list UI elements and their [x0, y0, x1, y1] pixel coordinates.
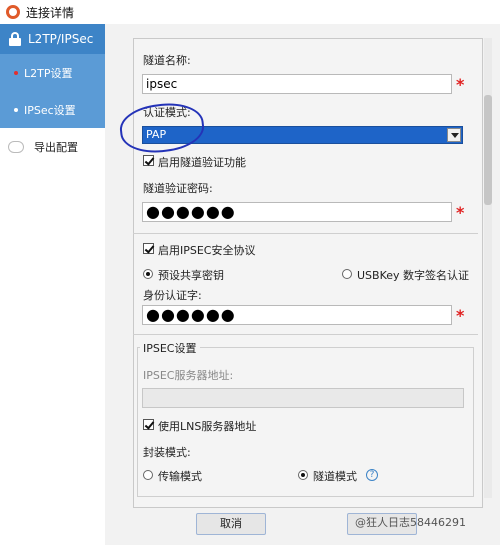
use-lns-checkbox[interactable]	[143, 419, 154, 430]
tunnel-name-label: 隧道名称:	[143, 54, 191, 67]
sidebar-item-l2tp[interactable]: L2TP设置	[0, 54, 105, 91]
transport-mode-label: 传输模式	[158, 470, 202, 483]
identity-input[interactable]: ●●●●●●	[142, 305, 452, 325]
enable-ipsec-checkbox[interactable]	[143, 243, 154, 254]
ipsec-server-input[interactable]	[142, 388, 464, 408]
enable-tunnel-auth-checkbox[interactable]	[143, 155, 154, 166]
tunnel-mode-radio[interactable]	[298, 470, 308, 480]
sidebar-header-label: L2TP/IPSec	[28, 32, 94, 46]
section-divider	[133, 233, 478, 234]
chevron-down-icon[interactable]	[447, 128, 461, 142]
use-lns-label: 使用LNS服务器地址	[158, 420, 257, 433]
sidebar-header[interactable]: L2TP/IPSec	[0, 24, 105, 54]
enable-ipsec-label: 启用IPSEC安全协议	[158, 244, 256, 257]
preshared-key-radio[interactable]	[143, 269, 153, 279]
watermark-text: @狂人日志58446291	[355, 516, 466, 529]
sidebar: L2TP/IPSec L2TP设置 IPSec设置 导出配置	[0, 24, 105, 545]
tunnel-name-input[interactable]: ipsec	[142, 74, 452, 94]
usbkey-label: USBKey 数字签名认证	[357, 269, 470, 282]
tunnel-password-label: 隧道验证密码:	[143, 182, 213, 195]
encap-mode-label: 封装模式:	[143, 446, 191, 459]
sidebar-item-ipsec[interactable]: IPSec设置	[0, 91, 105, 128]
window-title: 连接详情	[26, 5, 75, 20]
title-bar: 连接详情	[0, 0, 500, 24]
usbkey-radio[interactable]	[342, 269, 352, 279]
sidebar-item-export[interactable]: 导出配置	[0, 132, 105, 162]
active-dot-icon	[14, 70, 18, 75]
ipsec-group-title: IPSEC设置	[140, 340, 200, 356]
scrollbar-thumb[interactable]	[484, 95, 492, 205]
section-divider	[133, 334, 478, 335]
app-logo-icon	[6, 5, 20, 19]
required-mark: *	[456, 75, 465, 94]
export-icon	[8, 141, 24, 153]
preshared-key-label: 预设共享密钥	[158, 269, 224, 282]
sidebar-item-label: IPSec设置	[24, 103, 76, 117]
transport-mode-radio[interactable]	[143, 470, 153, 480]
lock-icon	[8, 32, 22, 46]
cancel-button[interactable]: 取消	[196, 513, 266, 535]
bullet-dot-icon	[14, 107, 18, 112]
tunnel-mode-label: 隧道模式	[313, 470, 357, 483]
help-icon[interactable]: ?	[366, 469, 378, 481]
required-mark: *	[456, 306, 465, 325]
ipsec-server-label: IPSEC服务器地址:	[143, 369, 234, 382]
required-mark: *	[456, 203, 465, 222]
sidebar-item-label: 导出配置	[34, 141, 78, 154]
tunnel-password-input[interactable]: ●●●●●●	[142, 202, 452, 222]
identity-label: 身份认证字:	[143, 289, 202, 302]
sidebar-submenu: L2TP设置 IPSec设置	[0, 54, 105, 128]
enable-tunnel-auth-label: 启用隧道验证功能	[158, 156, 246, 169]
sidebar-item-label: L2TP设置	[24, 66, 73, 80]
